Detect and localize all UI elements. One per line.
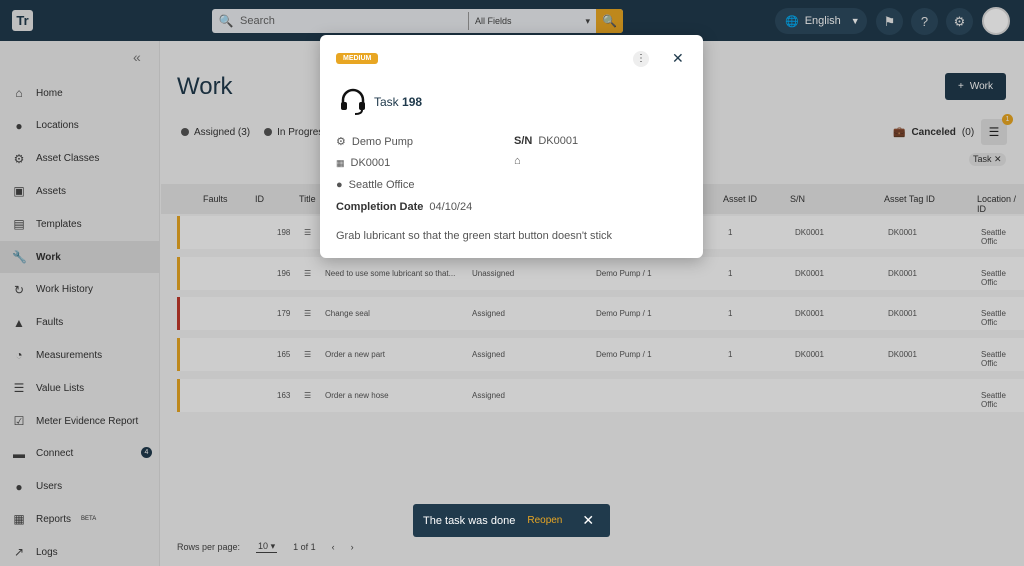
task-id: 198 xyxy=(402,95,423,109)
completion-date-label: Completion Date xyxy=(336,201,424,213)
home-icon: ⌂ xyxy=(514,155,521,167)
sn-field: S/N DK0001 xyxy=(514,135,578,147)
sn-label: S/N xyxy=(514,135,533,147)
snackbar-message: The task was done xyxy=(423,514,516,527)
headset-icon xyxy=(341,88,365,115)
priority-badge: MEDIUM xyxy=(336,53,379,64)
snackbar: The task was done Reopen ✕ xyxy=(413,504,610,537)
completion-date-field: Completion Date 04/10/24 xyxy=(336,201,472,213)
asset-name[interactable]: Demo Pump xyxy=(352,136,413,148)
asset-field: ⚙ Demo Pump xyxy=(336,135,413,149)
completion-date-value: 04/10/24 xyxy=(429,201,473,213)
snackbar-close-icon[interactable]: ✕ xyxy=(582,512,594,529)
task-title: Task 198 xyxy=(374,95,422,109)
task-detail-dialog: MEDIUM ⋮ ✕ Task 198 ⚙ Demo Pump S/N DK0001… xyxy=(320,35,703,258)
more-options-icon[interactable]: ⋮ xyxy=(633,51,649,67)
asset-icon: ⚙ xyxy=(336,136,346,148)
task-label: Task xyxy=(374,95,399,109)
location-pin-icon: ● xyxy=(336,179,343,191)
close-icon[interactable]: ✕ xyxy=(672,50,684,67)
task-description: Grab lubricant so that the green start b… xyxy=(336,230,613,242)
reopen-button[interactable]: Reopen xyxy=(527,515,562,526)
tag-value: DK0001 xyxy=(350,157,391,169)
tag-field: ▦ DK0001 xyxy=(336,157,390,169)
location-field: ● Seattle Office xyxy=(336,179,415,191)
qr-code-icon: ▦ xyxy=(336,157,345,168)
sn-value: DK0001 xyxy=(538,135,579,147)
location-value[interactable]: Seattle Office xyxy=(349,179,415,191)
